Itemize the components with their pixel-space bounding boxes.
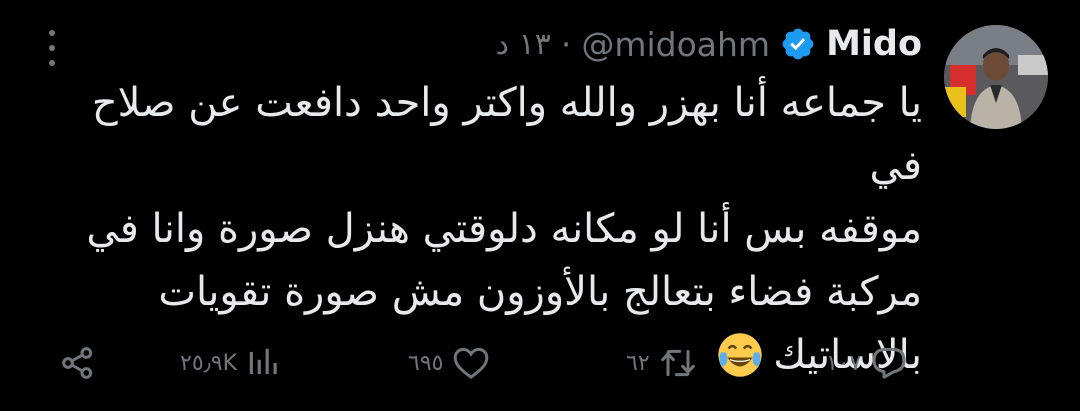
views-button[interactable]: ٢٥٫٩K: [180, 335, 283, 391]
views-count: ٢٥٫٩K: [180, 350, 238, 376]
tweet[interactable]: Mido @midoahm · ١٣ د يا جماعه أنا بهزر و…: [0, 0, 1080, 411]
separator-dot: ·: [560, 24, 572, 64]
like-icon: [454, 347, 489, 380]
tweet-time[interactable]: ١٣ د: [496, 27, 551, 62]
tweet-line: مركبة فضاء بتعالج بالأوزون مش صورة تقويا…: [158, 269, 922, 315]
tweet-line: موقفه بس أنا لو مكانه دلوقتي هنزل صورة و…: [86, 206, 922, 252]
likes-count: ٦٩٥: [408, 350, 444, 376]
tweet-header: Mido @midoahm · ١٣ د: [496, 20, 922, 68]
retweet-button[interactable]: ٦٢: [626, 335, 698, 391]
retweet-icon: [660, 349, 695, 377]
share-icon: [62, 347, 93, 379]
views-icon: [249, 348, 277, 375]
like-button[interactable]: ٦٩٥: [408, 335, 491, 391]
more-vertical-icon[interactable]: [42, 30, 62, 66]
tweet-line: يا جماعه أنا بهزر والله واكتر واحد دافعت…: [91, 80, 922, 189]
avatar[interactable]: [944, 25, 1048, 129]
reply-button[interactable]: ١٠٧: [826, 335, 909, 391]
share-button[interactable]: [58, 335, 98, 391]
replies-count: ١٠٧: [826, 350, 862, 376]
reply-icon: [872, 347, 906, 379]
verified-badge-icon: [782, 28, 814, 60]
author-handle[interactable]: @midoahm: [581, 25, 770, 64]
retweets-count: ٦٢: [626, 350, 650, 376]
author-name[interactable]: Mido: [826, 24, 922, 64]
action-bar: ٢٥٫٩K ٦٩٥ ٦٢ ١٠٧: [0, 335, 1080, 391]
